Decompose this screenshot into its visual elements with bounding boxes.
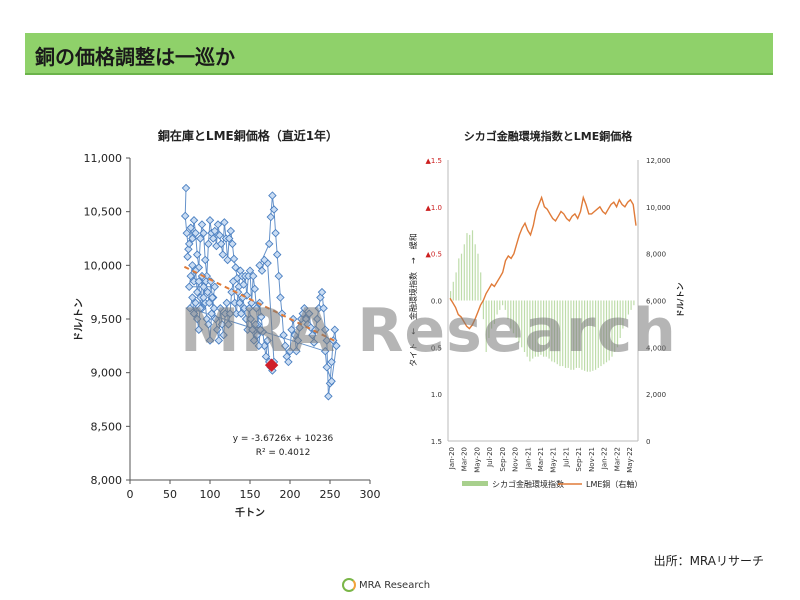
- left-tick-label: ▲0.5: [425, 251, 442, 259]
- left-tick-label: ▲1.0: [425, 204, 442, 212]
- x-tick-label: Jul-20: [486, 447, 494, 468]
- legend-label-fci: シカゴ金融環境指数: [492, 479, 564, 489]
- left-tick-label: 1.0: [431, 391, 442, 399]
- fci-bar: [469, 234, 471, 301]
- right-tick-label: 12,000: [646, 157, 671, 165]
- footer-logo-text: MRA Research: [359, 580, 431, 591]
- footer: MRA Research: [342, 578, 430, 592]
- fci-bar: [471, 230, 474, 301]
- x-tick-label: May-22: [626, 447, 634, 473]
- left-tick-label: 1.5: [431, 438, 442, 446]
- source-note: 出所：MRAリサーチ: [653, 554, 764, 568]
- x-tick-label: Jan-21: [524, 447, 532, 470]
- x-tick-label: Jan-20: [448, 447, 456, 470]
- x-tick-label: Mar-21: [537, 447, 545, 471]
- fci-bar: [474, 244, 476, 301]
- x-tick-label: Mar-20: [461, 447, 469, 471]
- x-tick-label: Jul-21: [562, 447, 570, 468]
- fci-bar: [477, 253, 479, 301]
- right-tick-label: 8,000: [646, 251, 666, 259]
- x-tick-label: Mar-22: [613, 447, 621, 471]
- fci-bar: [460, 253, 463, 301]
- x-tick-label: Jan-22: [601, 447, 609, 470]
- x-tick-label: Sep-21: [575, 447, 583, 472]
- chart-title: シカゴ金融環境指数とLME銅価格: [464, 129, 633, 143]
- logo-icon: [342, 578, 356, 592]
- left-tick-label: ▲1.5: [425, 157, 442, 165]
- fci-bar: [463, 244, 465, 301]
- right-tick-label: 0: [646, 438, 650, 446]
- x-tick-label: May-21: [550, 447, 558, 473]
- x-tick-label: Nov-20: [512, 447, 520, 472]
- x-tick-label: May-20: [473, 447, 481, 473]
- right-tick-label: 2,000: [646, 391, 666, 399]
- watermark: MRA Research: [180, 296, 677, 366]
- x-tick-label: Nov-21: [588, 447, 596, 472]
- legend-label-copper: LME銅（右軸）: [586, 479, 642, 489]
- fci-bar: [458, 258, 460, 301]
- right-tick-label: 10,000: [646, 204, 671, 212]
- right-axis-label: ドル/トン: [676, 283, 685, 318]
- legend-swatch-fci: [462, 481, 488, 486]
- x-tick-label: Sep-20: [499, 447, 507, 472]
- fci-bar: [466, 233, 468, 301]
